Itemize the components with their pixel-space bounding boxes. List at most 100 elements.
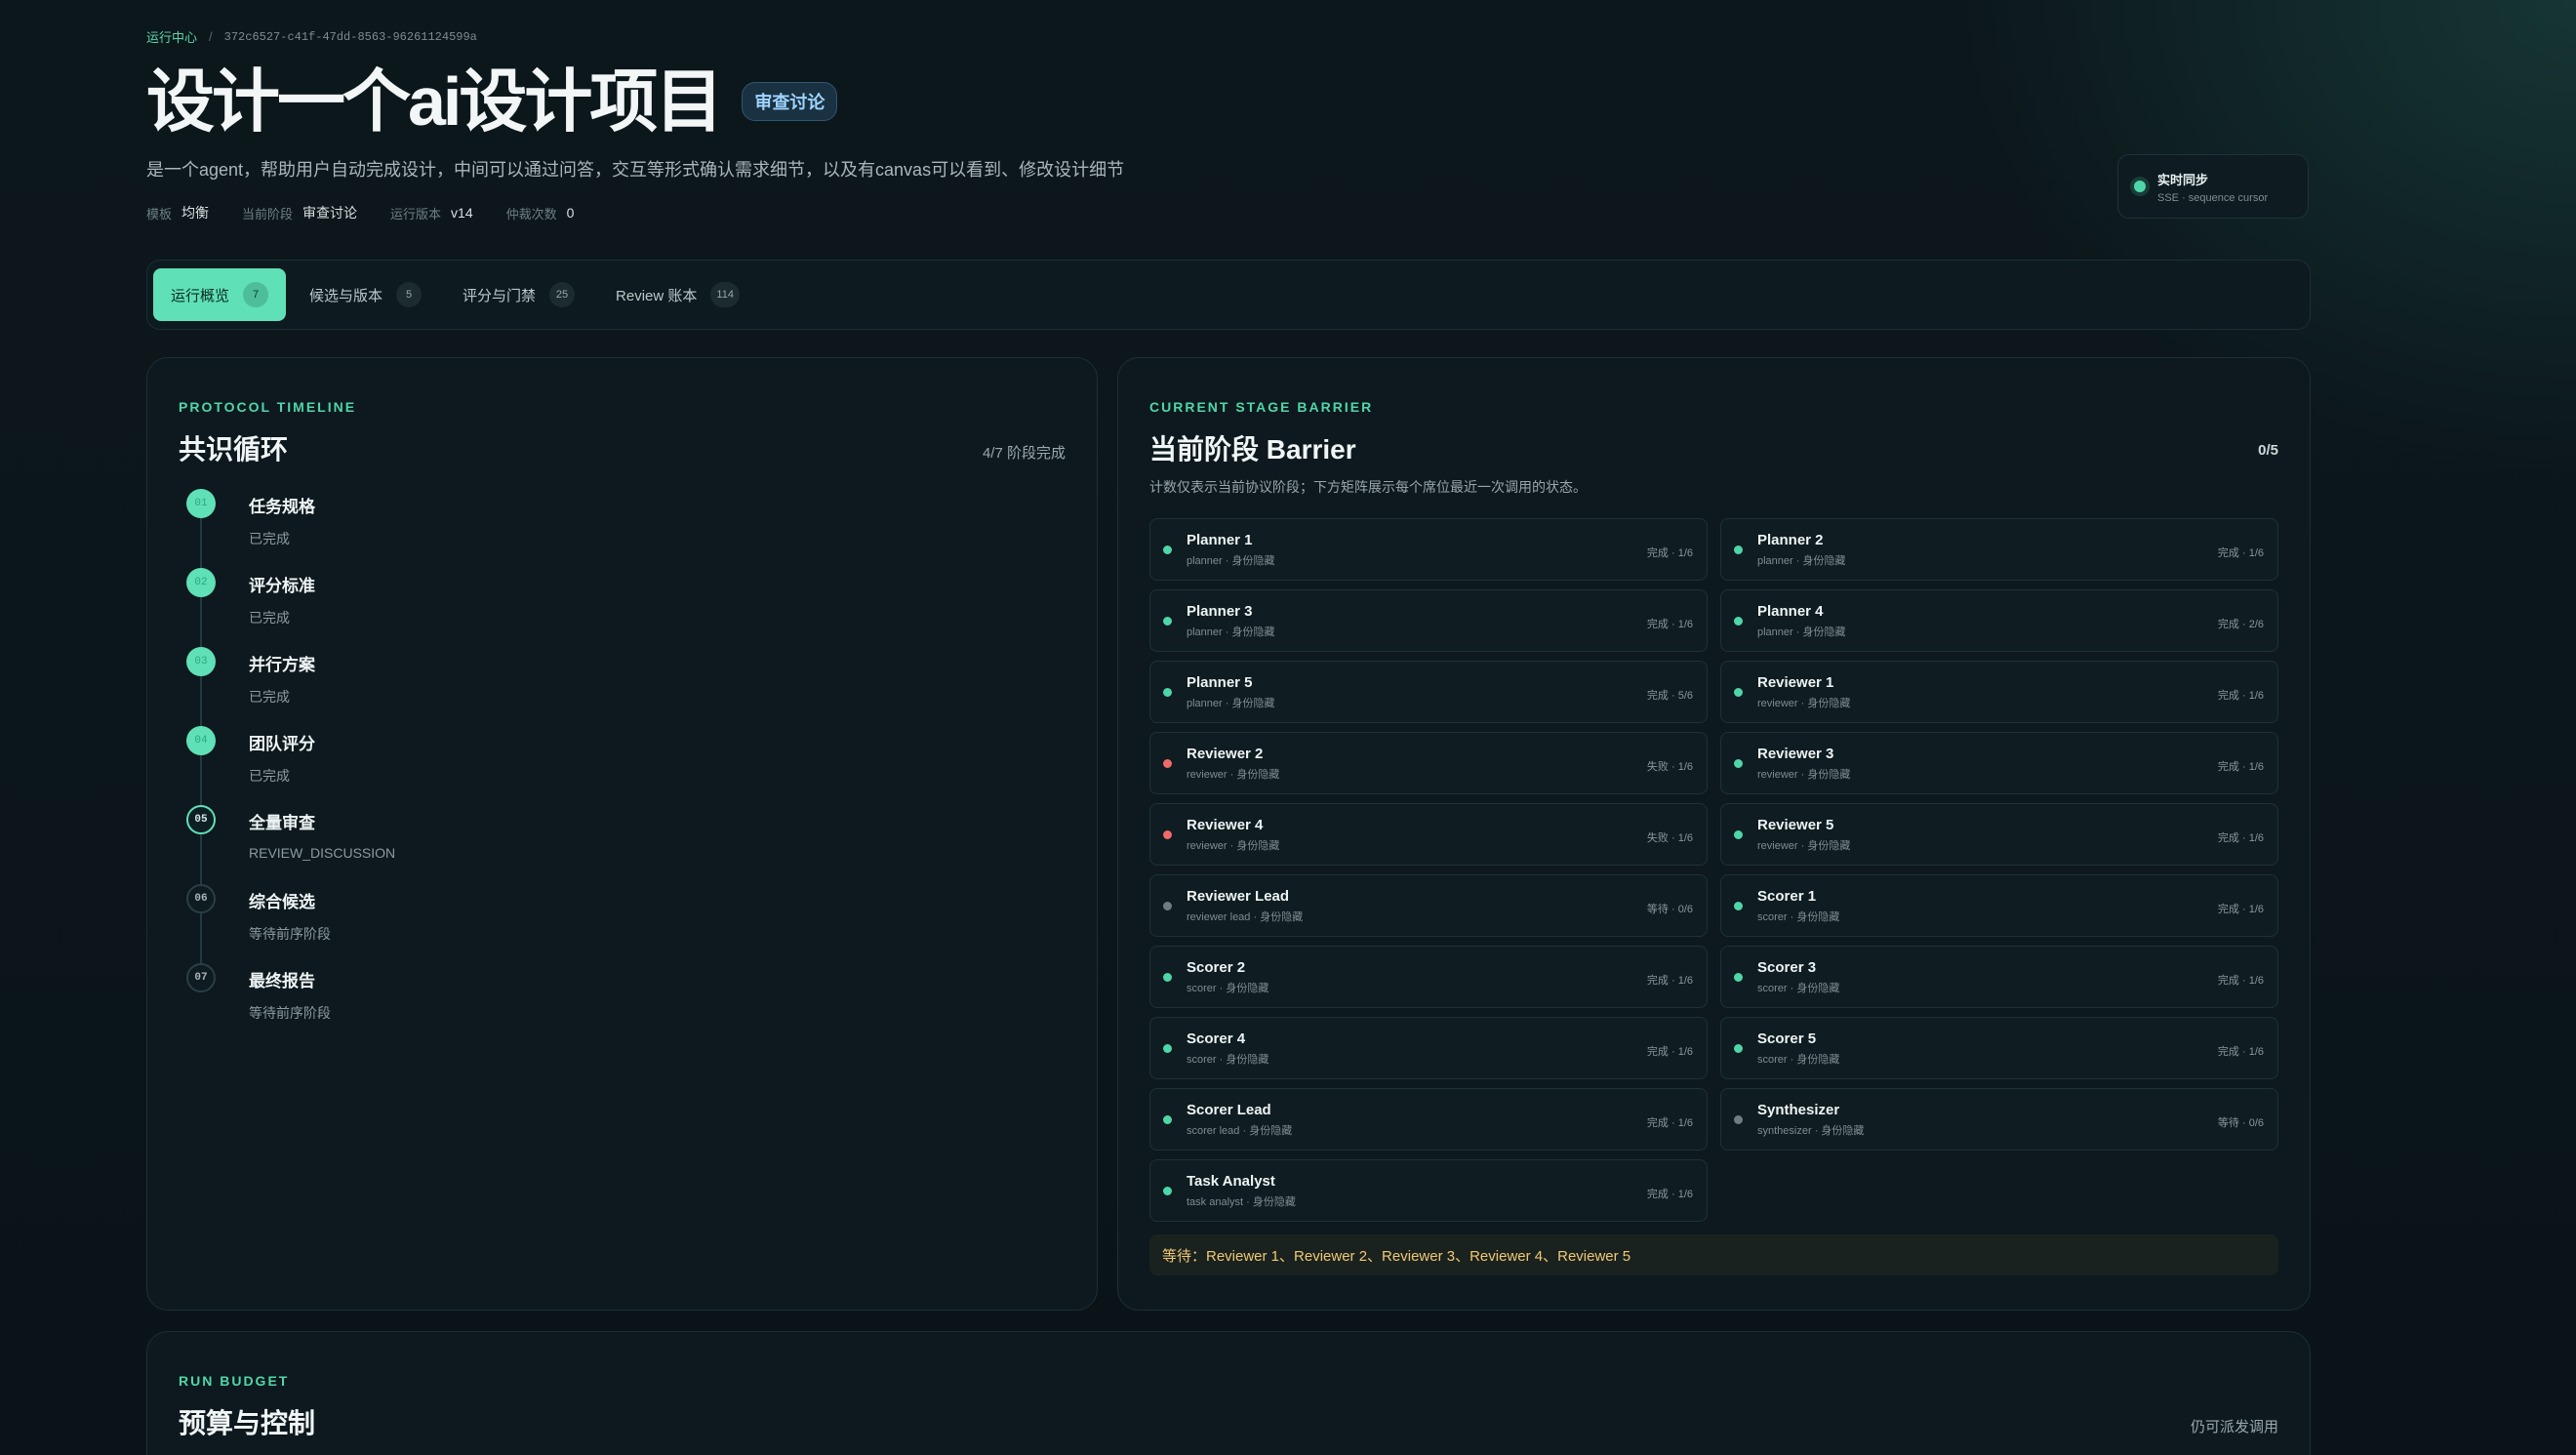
seat-call-state: 完成 · 1/6 xyxy=(2217,761,2264,773)
seat-text: Planner 3 planner · 身份隐藏 xyxy=(1187,603,1274,639)
seat-card[interactable]: Scorer 5 scorer · 身份隐藏 完成 · 1/6 xyxy=(1720,1017,2278,1079)
step-number-badge: 05 xyxy=(186,805,216,834)
seat-card[interactable]: Planner 5 planner · 身份隐藏 完成 · 5/6 xyxy=(1149,661,1708,723)
seat-status-dot-icon xyxy=(1163,545,1172,554)
tab-label: 评分与门禁 xyxy=(463,287,537,304)
step-status: 等待前序阶段 xyxy=(249,926,331,942)
seat-name: Planner 3 xyxy=(1187,602,1253,620)
seat-text: Scorer 3 scorer · 身份隐藏 xyxy=(1757,959,1839,995)
seat-name: Reviewer 5 xyxy=(1757,816,1834,833)
tab-bar: 运行概览 7 候选与版本 5 评分与门禁 25 Review 账本 114 xyxy=(146,260,2311,330)
sync-subtitle: SSE · sequence cursor xyxy=(2157,191,2269,204)
tab-count-badge: 7 xyxy=(243,282,269,307)
seat-text: Planner 4 planner · 身份隐藏 xyxy=(1757,603,1845,639)
step-status: 已完成 xyxy=(249,768,290,784)
seat-text: Planner 2 planner · 身份隐藏 xyxy=(1757,532,1845,568)
seat-card[interactable]: Reviewer 3 reviewer · 身份隐藏 完成 · 1/6 xyxy=(1720,732,2278,794)
seat-status-dot-icon xyxy=(1163,901,1172,910)
seat-name: Scorer 5 xyxy=(1757,1030,1817,1047)
seat-card[interactable]: Reviewer 5 reviewer · 身份隐藏 完成 · 1/6 xyxy=(1720,803,2278,866)
step-number-badge: 01 xyxy=(186,489,216,518)
seat-card[interactable]: Scorer 3 scorer · 身份隐藏 完成 · 1/6 xyxy=(1720,946,2278,1008)
seat-name: Reviewer 3 xyxy=(1757,745,1834,762)
seat-card[interactable]: Planner 3 planner · 身份隐藏 完成 · 1/6 xyxy=(1149,589,1708,652)
timeline: 01 任务规格 已完成 02 评分标准 已完成 03 并行方案 已完成 04 团队评分 已完成 05 全量… xyxy=(186,489,395,1042)
seat-call-state: 完成 · 1/6 xyxy=(2217,690,2264,702)
seat-card[interactable]: Task Analyst task analyst · 身份隐藏 完成 · 1/6 xyxy=(1149,1159,1708,1222)
tab-label: 候选与版本 xyxy=(309,287,383,304)
seat-call-state: 完成 · 1/6 xyxy=(2217,832,2264,844)
step-status: 已完成 xyxy=(249,610,290,626)
seat-call-state: 完成 · 1/6 xyxy=(1646,975,1693,987)
seat-status-dot-icon xyxy=(1163,758,1172,768)
seat-card[interactable]: Scorer 1 scorer · 身份隐藏 完成 · 1/6 xyxy=(1720,874,2278,937)
seat-text: Scorer 2 scorer · 身份隐藏 xyxy=(1187,959,1268,995)
realtime-sync-indicator: 实时同步 SSE · sequence cursor xyxy=(2117,154,2309,219)
seat-card[interactable]: Synthesizer synthesizer · 身份隐藏 等待 · 0/6 xyxy=(1720,1088,2278,1151)
step-name: 综合候选 xyxy=(249,893,315,911)
tab-scores-gates[interactable]: 评分与门禁 25 xyxy=(445,268,592,321)
tab-label: Review 账本 xyxy=(616,287,698,304)
seat-card[interactable]: Planner 1 planner · 身份隐藏 完成 · 1/6 xyxy=(1149,518,1708,581)
step-name: 任务规格 xyxy=(249,498,315,516)
tab-label: 运行概览 xyxy=(171,287,230,304)
seat-role: scorer · 身份隐藏 xyxy=(1757,910,1840,923)
seat-card[interactable]: Reviewer 2 reviewer · 身份隐藏 失败 · 1/6 xyxy=(1149,732,1708,794)
seat-card[interactable]: Planner 2 planner · 身份隐藏 完成 · 1/6 xyxy=(1720,518,2278,581)
seat-status-dot-icon xyxy=(1734,972,1743,982)
breadcrumb-run-id: 372c6527-c41f-47dd-8563-96261124599a xyxy=(223,29,477,44)
seat-call-state: 完成 · 1/6 xyxy=(2217,975,2264,987)
seat-call-state: 完成 · 1/6 xyxy=(2217,904,2264,915)
seat-card[interactable]: Reviewer 1 reviewer · 身份隐藏 完成 · 1/6 xyxy=(1720,661,2278,723)
seat-name: Scorer 4 xyxy=(1187,1030,1246,1047)
stage-badge: 审查讨论 xyxy=(742,82,838,121)
timeline-step: 01 任务规格 已完成 xyxy=(186,489,395,568)
panel-eyebrow: PROTOCOL TIMELINE xyxy=(179,399,357,415)
seat-name: Scorer Lead xyxy=(1187,1101,1271,1118)
panel-title: 预算与控制 xyxy=(179,1408,316,1438)
seat-call-state: 完成 · 2/6 xyxy=(2217,619,2264,630)
seat-card[interactable]: Planner 4 planner · 身份隐藏 完成 · 2/6 xyxy=(1720,589,2278,652)
tab-review-ledger[interactable]: Review 账本 114 xyxy=(598,268,757,321)
meta-current-stage: 当前阶段 审查讨论 xyxy=(242,203,357,222)
meta-arbitration-count: 仲裁次数 0 xyxy=(506,203,575,222)
stage-barrier-panel: CURRENT STAGE BARRIER 当前阶段 Barrier 0/5 计… xyxy=(1117,357,2311,1311)
seat-status-dot-icon xyxy=(1734,687,1743,697)
meta-value: 审查讨论 xyxy=(302,205,358,221)
seat-name: Planner 1 xyxy=(1187,531,1253,548)
seat-name: Scorer 3 xyxy=(1757,958,1817,976)
seat-status-dot-icon xyxy=(1163,829,1172,839)
breadcrumb-run-center-link[interactable]: 运行中心 xyxy=(146,27,197,46)
seat-role: scorer · 身份隐藏 xyxy=(1187,1053,1269,1066)
step-name: 并行方案 xyxy=(249,656,315,674)
run-meta: 模板 均衡 当前阶段 审查讨论 运行版本 v14 仲裁次数 0 xyxy=(146,203,574,222)
meta-template: 模板 均衡 xyxy=(146,203,209,222)
seat-call-state: 完成 · 1/6 xyxy=(1646,1189,1693,1200)
seat-card[interactable]: Reviewer Lead reviewer lead · 身份隐藏 等待 · 0/… xyxy=(1149,874,1708,937)
seat-text: Reviewer Lead reviewer lead · 身份隐藏 xyxy=(1187,888,1303,924)
seat-status-dot-icon xyxy=(1163,687,1172,697)
seat-status-dot-icon xyxy=(1163,1114,1172,1124)
seat-name: Reviewer 1 xyxy=(1757,673,1834,691)
meta-value: 均衡 xyxy=(181,205,210,221)
seat-card[interactable]: Scorer 4 scorer · 身份隐藏 完成 · 1/6 xyxy=(1149,1017,1708,1079)
step-status: REVIEW_DISCUSSION xyxy=(249,845,396,861)
seat-role: scorer · 身份隐藏 xyxy=(1187,982,1269,994)
tab-candidates-versions[interactable]: 候选与版本 5 xyxy=(292,268,439,321)
step-name: 全量审查 xyxy=(249,814,315,832)
meta-label: 当前阶段 xyxy=(242,206,294,222)
tab-run-overview[interactable]: 运行概览 7 xyxy=(153,268,287,321)
seat-status-dot-icon xyxy=(1734,1043,1743,1053)
seat-status-dot-icon xyxy=(1163,1186,1172,1195)
seat-name: Planner 4 xyxy=(1757,602,1824,620)
run-budget-panel: RUN BUDGET 预算与控制 仍可派发调用 xyxy=(146,1331,2311,1455)
seat-role: reviewer · 身份隐藏 xyxy=(1757,768,1851,781)
seat-card[interactable]: Scorer Lead scorer lead · 身份隐藏 完成 · 1/6 xyxy=(1149,1088,1708,1151)
seat-card[interactable]: Scorer 2 scorer · 身份隐藏 完成 · 1/6 xyxy=(1149,946,1708,1008)
seat-text: Synthesizer synthesizer · 身份隐藏 xyxy=(1757,1102,1864,1138)
budget-dispatch-status: 仍可派发调用 xyxy=(2190,1419,2278,1435)
meta-label: 仲裁次数 xyxy=(505,206,557,222)
meta-run-version: 运行版本 v14 xyxy=(390,203,473,222)
seat-card[interactable]: Reviewer 4 reviewer · 身份隐藏 失败 · 1/6 xyxy=(1149,803,1708,866)
seat-role: scorer · 身份隐藏 xyxy=(1757,982,1840,994)
